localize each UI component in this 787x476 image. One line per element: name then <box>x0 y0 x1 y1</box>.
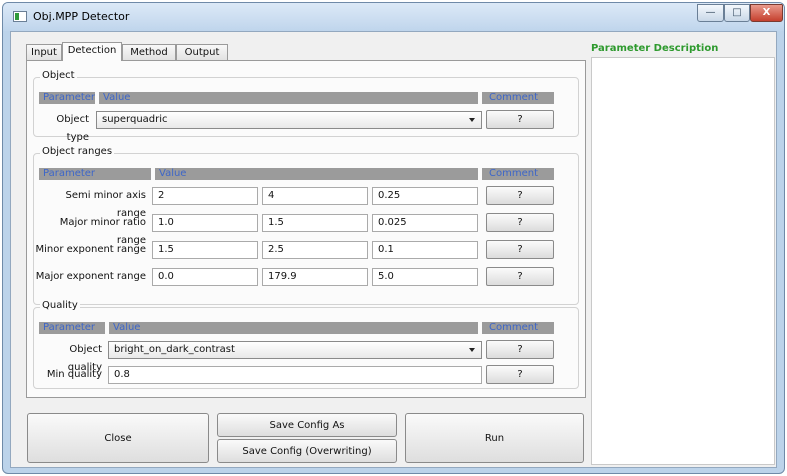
major-exp-step-input[interactable]: 5.0 <box>372 268 478 286</box>
close-button[interactable]: Close <box>27 413 209 463</box>
detection-panel: Object Parameter Value Comment Object ty… <box>26 60 586 398</box>
ranges-group-title: Object ranges <box>40 146 115 157</box>
header-parameter: Parameter <box>43 168 96 179</box>
parameter-description-box <box>591 57 775 465</box>
minor-exponent-label: Minor exponent range <box>35 244 146 255</box>
object-quality-select[interactable]: bright_on_dark_contrast <box>108 341 482 359</box>
major-exponent-label: Major exponent range <box>35 271 146 282</box>
save-config-as-button[interactable]: Save Config As <box>217 413 397 437</box>
parameter-description-title: Parameter Description <box>591 43 719 54</box>
application-window: Obj.MPP Detector — □ X Input Detection M… <box>2 2 785 474</box>
ranges-header-bar: Parameter Value Comment <box>39 168 554 180</box>
object-type-help-button[interactable]: ? <box>486 110 554 129</box>
maximize-button[interactable]: □ <box>724 4 750 22</box>
minor-exp-min-input[interactable]: 1.5 <box>152 241 258 259</box>
tab-detection[interactable]: Detection <box>62 42 122 61</box>
save-config-overwrite-button[interactable]: Save Config (Overwriting) <box>217 439 397 463</box>
close-window-button[interactable]: X <box>750 4 783 22</box>
run-button[interactable]: Run <box>405 413 584 463</box>
client-area: Input Detection Method Output Object Par… <box>10 31 777 468</box>
header-comment: Comment <box>489 322 538 333</box>
header-parameter: Parameter <box>43 322 96 333</box>
tab-input[interactable]: Input <box>26 44 62 60</box>
quality-header-bar: Parameter Value Comment <box>39 322 554 334</box>
semi-minor-step-input[interactable]: 0.25 <box>372 187 478 205</box>
header-comment: Comment <box>489 168 538 179</box>
semi-minor-max-input[interactable]: 4 <box>262 187 368 205</box>
app-icon <box>13 11 27 22</box>
object-quality-help-button[interactable]: ? <box>486 340 554 359</box>
header-value: Value <box>113 322 141 333</box>
minor-exp-help-button[interactable]: ? <box>486 240 554 259</box>
title-bar[interactable]: Obj.MPP Detector — □ X <box>3 3 784 31</box>
object-group-title: Object <box>40 70 77 81</box>
header-comment: Comment <box>489 92 538 103</box>
header-parameter: Parameter <box>43 92 96 103</box>
object-type-label: Object type <box>56 114 89 143</box>
chevron-down-icon <box>469 348 475 352</box>
object-type-value: superquadric <box>102 114 168 125</box>
semi-minor-min-input[interactable]: 2 <box>152 187 258 205</box>
object-group: Object Parameter Value Comment Object ty… <box>33 70 579 143</box>
object-type-select[interactable]: superquadric <box>96 111 482 129</box>
window-title: Obj.MPP Detector <box>33 10 130 23</box>
header-value: Value <box>159 168 187 179</box>
min-quality-help-button[interactable]: ? <box>486 365 554 384</box>
major-exp-min-input[interactable]: 0.0 <box>152 268 258 286</box>
semi-minor-help-button[interactable]: ? <box>486 186 554 205</box>
ratio-help-button[interactable]: ? <box>486 213 554 232</box>
quality-group: Quality Parameter Value Comment Object q… <box>33 300 579 389</box>
minimize-button[interactable]: — <box>697 4 724 22</box>
tab-method[interactable]: Method <box>122 44 176 60</box>
object-quality-value: bright_on_dark_contrast <box>114 344 235 355</box>
minor-exp-max-input[interactable]: 2.5 <box>262 241 368 259</box>
min-quality-input[interactable]: 0.8 <box>108 366 482 384</box>
tab-output[interactable]: Output <box>176 44 228 60</box>
chevron-down-icon <box>469 118 475 122</box>
major-exp-max-input[interactable]: 179.9 <box>262 268 368 286</box>
min-quality-label: Min quality <box>46 369 102 380</box>
object-ranges-group: Object ranges Parameter Value Comment Se… <box>33 146 579 305</box>
minor-exp-step-input[interactable]: 0.1 <box>372 241 478 259</box>
header-value: Value <box>103 92 131 103</box>
object-header-bar: Parameter Value Comment <box>39 92 554 104</box>
quality-group-title: Quality <box>40 300 80 311</box>
ratio-max-input[interactable]: 1.5 <box>262 214 368 232</box>
major-exp-help-button[interactable]: ? <box>486 267 554 286</box>
ratio-step-input[interactable]: 0.025 <box>372 214 478 232</box>
ratio-min-input[interactable]: 1.0 <box>152 214 258 232</box>
